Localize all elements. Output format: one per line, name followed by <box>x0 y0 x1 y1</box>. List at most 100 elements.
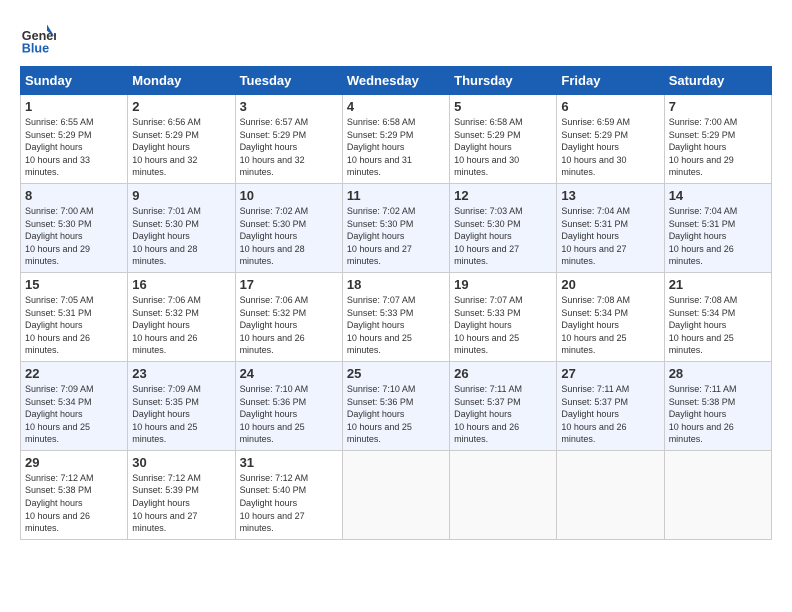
calendar-cell: 9 Sunrise: 7:01 AM Sunset: 5:30 PM Dayli… <box>128 183 235 272</box>
day-info: Sunrise: 7:08 AM Sunset: 5:34 PM Dayligh… <box>669 294 767 357</box>
calendar-table: SundayMondayTuesdayWednesdayThursdayFrid… <box>20 66 772 540</box>
logo-icon: General Blue <box>20 20 56 56</box>
calendar-cell <box>450 450 557 539</box>
calendar-cell: 29 Sunrise: 7:12 AM Sunset: 5:38 PM Dayl… <box>21 450 128 539</box>
calendar-cell: 15 Sunrise: 7:05 AM Sunset: 5:31 PM Dayl… <box>21 272 128 361</box>
day-number: 19 <box>454 277 552 292</box>
calendar-cell: 1 Sunrise: 6:55 AM Sunset: 5:29 PM Dayli… <box>21 95 128 184</box>
day-number: 12 <box>454 188 552 203</box>
weekday-header-friday: Friday <box>557 67 664 95</box>
calendar-cell: 8 Sunrise: 7:00 AM Sunset: 5:30 PM Dayli… <box>21 183 128 272</box>
day-info: Sunrise: 6:57 AM Sunset: 5:29 PM Dayligh… <box>240 116 338 179</box>
day-info: Sunrise: 6:59 AM Sunset: 5:29 PM Dayligh… <box>561 116 659 179</box>
day-info: Sunrise: 7:07 AM Sunset: 5:33 PM Dayligh… <box>347 294 445 357</box>
day-info: Sunrise: 6:58 AM Sunset: 5:29 PM Dayligh… <box>454 116 552 179</box>
calendar-cell: 27 Sunrise: 7:11 AM Sunset: 5:37 PM Dayl… <box>557 361 664 450</box>
day-number: 27 <box>561 366 659 381</box>
day-info: Sunrise: 7:10 AM Sunset: 5:36 PM Dayligh… <box>240 383 338 446</box>
day-info: Sunrise: 6:56 AM Sunset: 5:29 PM Dayligh… <box>132 116 230 179</box>
day-info: Sunrise: 7:12 AM Sunset: 5:39 PM Dayligh… <box>132 472 230 535</box>
day-number: 1 <box>25 99 123 114</box>
calendar-cell: 24 Sunrise: 7:10 AM Sunset: 5:36 PM Dayl… <box>235 361 342 450</box>
day-info: Sunrise: 7:10 AM Sunset: 5:36 PM Dayligh… <box>347 383 445 446</box>
day-number: 9 <box>132 188 230 203</box>
page-header: General Blue <box>20 20 772 56</box>
calendar-cell: 14 Sunrise: 7:04 AM Sunset: 5:31 PM Dayl… <box>664 183 771 272</box>
weekday-header-row: SundayMondayTuesdayWednesdayThursdayFrid… <box>21 67 772 95</box>
day-info: Sunrise: 7:12 AM Sunset: 5:40 PM Dayligh… <box>240 472 338 535</box>
day-number: 2 <box>132 99 230 114</box>
calendar-week-4: 22 Sunrise: 7:09 AM Sunset: 5:34 PM Dayl… <box>21 361 772 450</box>
day-number: 8 <box>25 188 123 203</box>
weekday-header-tuesday: Tuesday <box>235 67 342 95</box>
weekday-header-thursday: Thursday <box>450 67 557 95</box>
calendar-week-5: 29 Sunrise: 7:12 AM Sunset: 5:38 PM Dayl… <box>21 450 772 539</box>
day-info: Sunrise: 7:03 AM Sunset: 5:30 PM Dayligh… <box>454 205 552 268</box>
calendar-cell: 5 Sunrise: 6:58 AM Sunset: 5:29 PM Dayli… <box>450 95 557 184</box>
calendar-cell: 7 Sunrise: 7:00 AM Sunset: 5:29 PM Dayli… <box>664 95 771 184</box>
weekday-header-monday: Monday <box>128 67 235 95</box>
logo: General Blue <box>20 20 60 56</box>
day-number: 10 <box>240 188 338 203</box>
day-info: Sunrise: 7:11 AM Sunset: 5:37 PM Dayligh… <box>454 383 552 446</box>
day-number: 16 <box>132 277 230 292</box>
calendar-cell: 28 Sunrise: 7:11 AM Sunset: 5:38 PM Dayl… <box>664 361 771 450</box>
day-info: Sunrise: 7:08 AM Sunset: 5:34 PM Dayligh… <box>561 294 659 357</box>
calendar-cell: 20 Sunrise: 7:08 AM Sunset: 5:34 PM Dayl… <box>557 272 664 361</box>
day-info: Sunrise: 7:07 AM Sunset: 5:33 PM Dayligh… <box>454 294 552 357</box>
calendar-cell <box>557 450 664 539</box>
day-number: 21 <box>669 277 767 292</box>
calendar-cell: 16 Sunrise: 7:06 AM Sunset: 5:32 PM Dayl… <box>128 272 235 361</box>
calendar-cell: 12 Sunrise: 7:03 AM Sunset: 5:30 PM Dayl… <box>450 183 557 272</box>
calendar-cell: 30 Sunrise: 7:12 AM Sunset: 5:39 PM Dayl… <box>128 450 235 539</box>
calendar-cell: 10 Sunrise: 7:02 AM Sunset: 5:30 PM Dayl… <box>235 183 342 272</box>
weekday-header-sunday: Sunday <box>21 67 128 95</box>
day-info: Sunrise: 7:02 AM Sunset: 5:30 PM Dayligh… <box>240 205 338 268</box>
calendar-cell <box>664 450 771 539</box>
calendar-cell: 25 Sunrise: 7:10 AM Sunset: 5:36 PM Dayl… <box>342 361 449 450</box>
day-number: 3 <box>240 99 338 114</box>
day-info: Sunrise: 7:09 AM Sunset: 5:34 PM Dayligh… <box>25 383 123 446</box>
day-info: Sunrise: 7:02 AM Sunset: 5:30 PM Dayligh… <box>347 205 445 268</box>
day-number: 17 <box>240 277 338 292</box>
day-info: Sunrise: 7:09 AM Sunset: 5:35 PM Dayligh… <box>132 383 230 446</box>
day-number: 29 <box>25 455 123 470</box>
svg-text:Blue: Blue <box>22 41 49 55</box>
day-info: Sunrise: 7:05 AM Sunset: 5:31 PM Dayligh… <box>25 294 123 357</box>
day-number: 25 <box>347 366 445 381</box>
calendar-cell: 23 Sunrise: 7:09 AM Sunset: 5:35 PM Dayl… <box>128 361 235 450</box>
day-number: 31 <box>240 455 338 470</box>
day-info: Sunrise: 6:55 AM Sunset: 5:29 PM Dayligh… <box>25 116 123 179</box>
calendar-body: 1 Sunrise: 6:55 AM Sunset: 5:29 PM Dayli… <box>21 95 772 540</box>
day-info: Sunrise: 7:04 AM Sunset: 5:31 PM Dayligh… <box>561 205 659 268</box>
weekday-header-wednesday: Wednesday <box>342 67 449 95</box>
calendar-cell: 11 Sunrise: 7:02 AM Sunset: 5:30 PM Dayl… <box>342 183 449 272</box>
day-info: Sunrise: 7:04 AM Sunset: 5:31 PM Dayligh… <box>669 205 767 268</box>
day-info: Sunrise: 7:12 AM Sunset: 5:38 PM Dayligh… <box>25 472 123 535</box>
day-number: 15 <box>25 277 123 292</box>
day-number: 20 <box>561 277 659 292</box>
calendar-cell: 13 Sunrise: 7:04 AM Sunset: 5:31 PM Dayl… <box>557 183 664 272</box>
day-number: 28 <box>669 366 767 381</box>
day-number: 26 <box>454 366 552 381</box>
day-info: Sunrise: 7:00 AM Sunset: 5:30 PM Dayligh… <box>25 205 123 268</box>
day-info: Sunrise: 7:06 AM Sunset: 5:32 PM Dayligh… <box>132 294 230 357</box>
day-info: Sunrise: 7:06 AM Sunset: 5:32 PM Dayligh… <box>240 294 338 357</box>
day-number: 4 <box>347 99 445 114</box>
day-info: Sunrise: 7:00 AM Sunset: 5:29 PM Dayligh… <box>669 116 767 179</box>
calendar-cell: 18 Sunrise: 7:07 AM Sunset: 5:33 PM Dayl… <box>342 272 449 361</box>
calendar-cell: 22 Sunrise: 7:09 AM Sunset: 5:34 PM Dayl… <box>21 361 128 450</box>
day-number: 22 <box>25 366 123 381</box>
calendar-cell <box>342 450 449 539</box>
calendar-cell: 19 Sunrise: 7:07 AM Sunset: 5:33 PM Dayl… <box>450 272 557 361</box>
calendar-cell: 31 Sunrise: 7:12 AM Sunset: 5:40 PM Dayl… <box>235 450 342 539</box>
day-number: 23 <box>132 366 230 381</box>
day-number: 5 <box>454 99 552 114</box>
weekday-header-saturday: Saturday <box>664 67 771 95</box>
calendar-week-2: 8 Sunrise: 7:00 AM Sunset: 5:30 PM Dayli… <box>21 183 772 272</box>
day-number: 13 <box>561 188 659 203</box>
day-info: Sunrise: 7:11 AM Sunset: 5:38 PM Dayligh… <box>669 383 767 446</box>
calendar-cell: 4 Sunrise: 6:58 AM Sunset: 5:29 PM Dayli… <box>342 95 449 184</box>
day-number: 6 <box>561 99 659 114</box>
calendar-week-1: 1 Sunrise: 6:55 AM Sunset: 5:29 PM Dayli… <box>21 95 772 184</box>
